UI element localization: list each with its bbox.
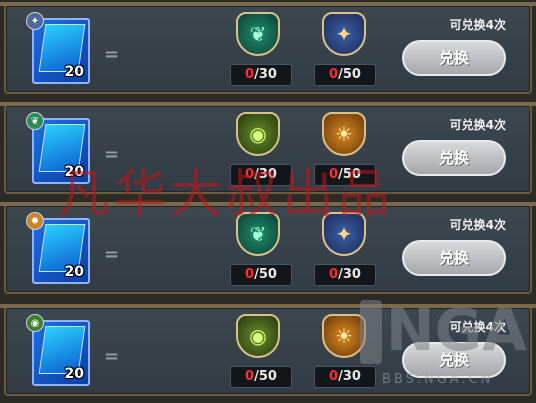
watermark-url: BBS.NGA.CN bbox=[382, 372, 494, 387]
sparkle-icon: ✦ bbox=[26, 12, 44, 30]
equals-sign: = bbox=[104, 346, 120, 367]
green-leaf-emblem-icon: ❦ bbox=[236, 12, 282, 58]
cost-label: 0/50 bbox=[230, 264, 292, 286]
exchange-limit: 可兑换4次 bbox=[449, 18, 506, 32]
card-count: 20 bbox=[64, 64, 84, 80]
watermark-text: 凡华大叔出品 bbox=[58, 165, 395, 225]
exchange-limit: 可兑换4次 bbox=[449, 218, 506, 232]
card-count: 20 bbox=[64, 366, 84, 382]
equals-sign: = bbox=[104, 244, 120, 265]
watermark-logo: NGA bbox=[386, 296, 528, 364]
exchange-button[interactable]: 兑换 bbox=[402, 40, 506, 76]
green-eye-icon: ◉ bbox=[26, 314, 44, 332]
gold-gear-icon: ✹ bbox=[26, 212, 44, 230]
cost-label: 0/50 bbox=[314, 64, 376, 86]
exchange-button[interactable]: 兑换 bbox=[402, 140, 506, 176]
cost-label: 0/30 bbox=[230, 64, 292, 86]
cost-label: 0/50 bbox=[230, 366, 292, 388]
cost-label: 0/30 bbox=[314, 366, 376, 388]
exchange-row: 20 ✦ = ❦ 0/30 ✦ 0/50 可兑换4次 兑换 bbox=[0, 2, 536, 94]
green-eye-emblem-icon: ◉ bbox=[236, 314, 282, 360]
exchange-limit: 可兑换4次 bbox=[449, 118, 506, 132]
card-count: 20 bbox=[64, 264, 84, 280]
blue-star-emblem-icon: ✦ bbox=[322, 12, 368, 58]
green-leaf-icon: ❦ bbox=[26, 112, 44, 130]
cost-label: 0/30 bbox=[314, 264, 376, 286]
exchange-button[interactable]: 兑换 bbox=[402, 240, 506, 276]
equals-sign: = bbox=[104, 44, 120, 65]
nga-paw-logo-icon bbox=[360, 300, 382, 364]
